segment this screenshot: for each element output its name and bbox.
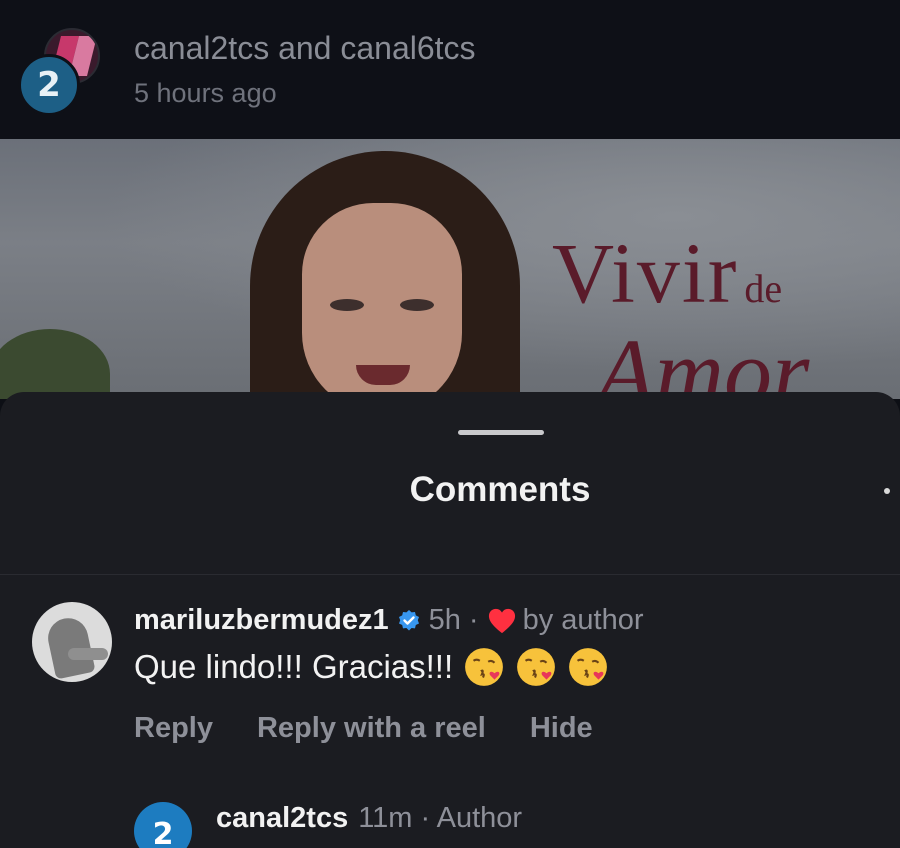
comment-time: 5h (428, 604, 461, 636)
logo-word-1: Vivir (552, 225, 739, 321)
canal2tcs-avatar: 2 (18, 54, 80, 116)
heart-icon (488, 608, 515, 633)
comment-body: Que lindo!!! Gracias!!! (134, 646, 609, 688)
hide-button[interactable]: Hide (530, 712, 593, 745)
avatar[interactable] (32, 602, 112, 682)
reply-header: canal2tcs 11m · Author (216, 802, 522, 835)
reply-username[interactable]: canal2tcs (216, 802, 348, 835)
reply-meta: 11m · Author (358, 802, 523, 834)
show-logo: Vivir de (552, 223, 782, 323)
post-timestamp: 5 hours ago (134, 78, 277, 108)
logo-word-2: de (744, 266, 783, 311)
reply-button[interactable]: Reply (134, 712, 213, 745)
verified-badge-icon (398, 609, 419, 630)
reply-avatar[interactable]: 2 (134, 802, 192, 848)
drag-handle[interactable] (458, 430, 544, 435)
actress-portrait (250, 151, 520, 399)
kissing-face-icon (569, 648, 608, 686)
divider (0, 574, 900, 575)
post-authors[interactable]: canal2tcs and canal6tcs (134, 30, 476, 67)
post-header: 2 canal2tcs and canal6tcs 5 hours ago (0, 0, 900, 139)
logo-word-3: Amor (596, 319, 810, 399)
comment-actions: Reply Reply with a reel Hide (134, 712, 593, 745)
separator: · (468, 604, 479, 636)
reply-with-reel-button[interactable]: Reply with a reel (257, 712, 486, 745)
comments-sheet: Comments mariluzbermudez1 5h · by author… (0, 392, 900, 848)
video-thumbnail[interactable]: Vivir de Amor (0, 139, 900, 399)
comment-text: Que lindo!!! Gracias!!! (134, 648, 454, 685)
kissing-face-icon (517, 648, 556, 686)
reply-avatar-number: 2 (152, 816, 174, 848)
more-icon[interactable] (884, 488, 890, 494)
comment-header: mariluzbermudez1 5h · by author (134, 604, 644, 637)
comment-username[interactable]: mariluzbermudez1 (134, 604, 389, 637)
avatar-number: 2 (37, 65, 61, 105)
liked-by-author-label: by author (522, 604, 644, 636)
collab-avatars[interactable]: 2 (18, 28, 102, 116)
kissing-face-icon (465, 648, 504, 686)
sheet-title: Comments (409, 470, 591, 509)
